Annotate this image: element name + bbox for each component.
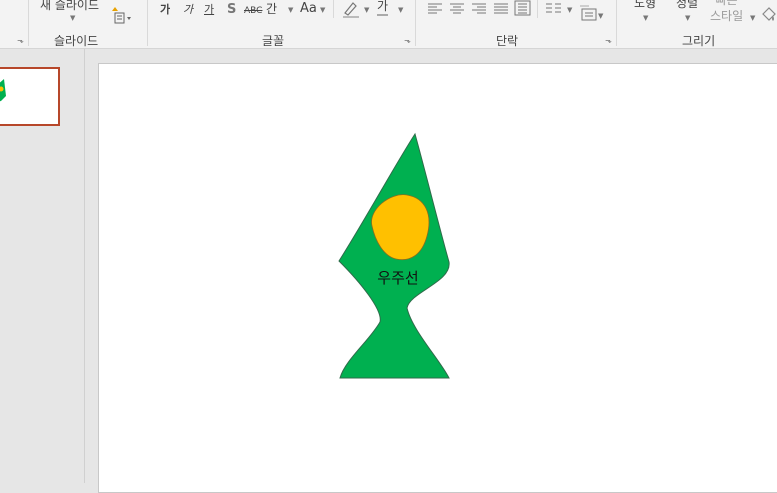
rocket-shape-text[interactable]: 우주선 xyxy=(362,267,434,288)
slide-shapes-layer xyxy=(338,132,450,379)
